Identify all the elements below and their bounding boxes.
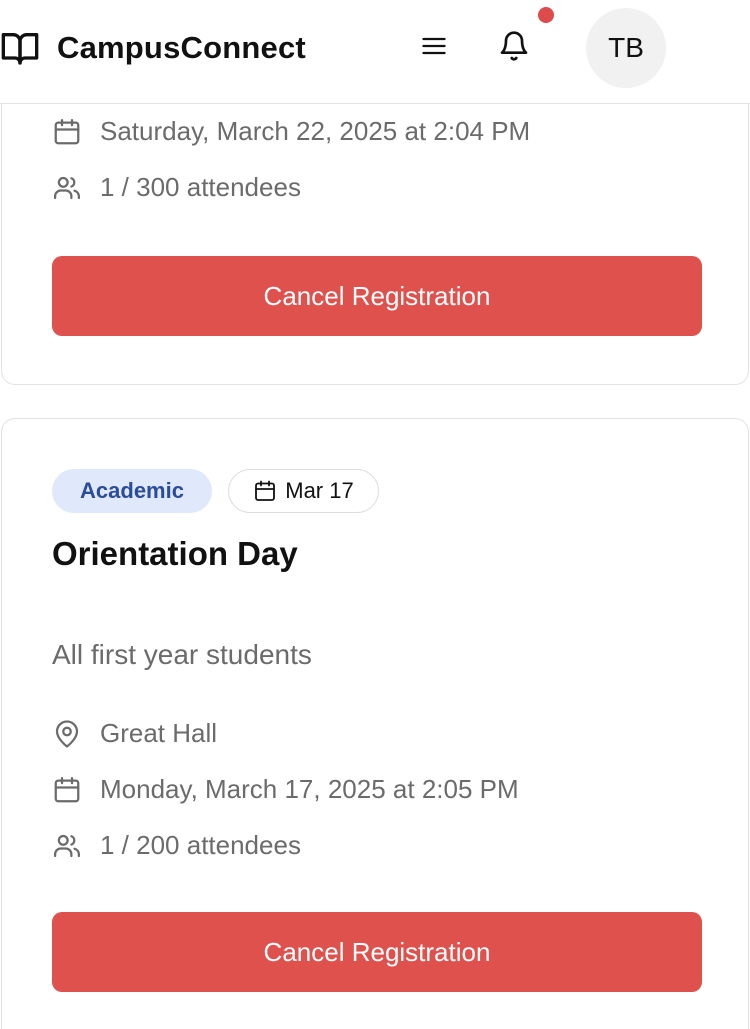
event-datetime-row: Monday, March 17, 2025 at 2:05 PM [52, 774, 519, 805]
event-datetime-row: Saturday, March 22, 2025 at 2:04 PM [52, 116, 530, 147]
menu-button[interactable] [416, 30, 452, 66]
event-attendees: 1 / 200 attendees [100, 830, 301, 860]
event-attendees: 1 / 300 attendees [100, 172, 301, 202]
notifications-button[interactable] [494, 28, 534, 68]
event-datetime: Saturday, March 22, 2025 at 2:04 PM [100, 116, 531, 146]
category-badge: Academic [52, 469, 212, 513]
cancel-registration-button[interactable]: Cancel Registration [52, 256, 702, 336]
user-avatar[interactable]: TB [586, 8, 666, 88]
event-attendees-row: 1 / 300 attendees [52, 172, 301, 203]
app-header: CampusConnect TB [0, 0, 750, 104]
cancel-registration-button[interactable]: Cancel Registration [52, 912, 702, 992]
app-name: CampusConnect [57, 30, 306, 65]
menu-icon [420, 32, 448, 65]
event-datetime: Monday, March 17, 2025 at 2:05 PM [100, 774, 519, 804]
event-location: Great Hall [100, 718, 218, 748]
users-icon [52, 173, 82, 203]
notification-dot [538, 7, 554, 23]
date-badge-label: Mar 17 [285, 478, 354, 503]
event-attendees-row: 1 / 200 attendees [52, 830, 301, 861]
calendar-icon [52, 117, 82, 147]
brand[interactable]: CampusConnect [0, 28, 306, 68]
map-pin-icon [52, 719, 82, 749]
book-open-icon [0, 28, 40, 68]
event-card: Academic Mar 17 Orientation Day All firs… [1, 418, 749, 1029]
users-icon [52, 831, 82, 861]
event-location-row: Great Hall [52, 718, 217, 749]
bell-icon [498, 30, 530, 67]
calendar-icon [253, 479, 277, 503]
date-badge: Mar 17 [228, 469, 379, 513]
calendar-icon [52, 775, 82, 805]
event-title: Orientation Day [52, 535, 298, 572]
event-description: All first year students [52, 639, 312, 670]
